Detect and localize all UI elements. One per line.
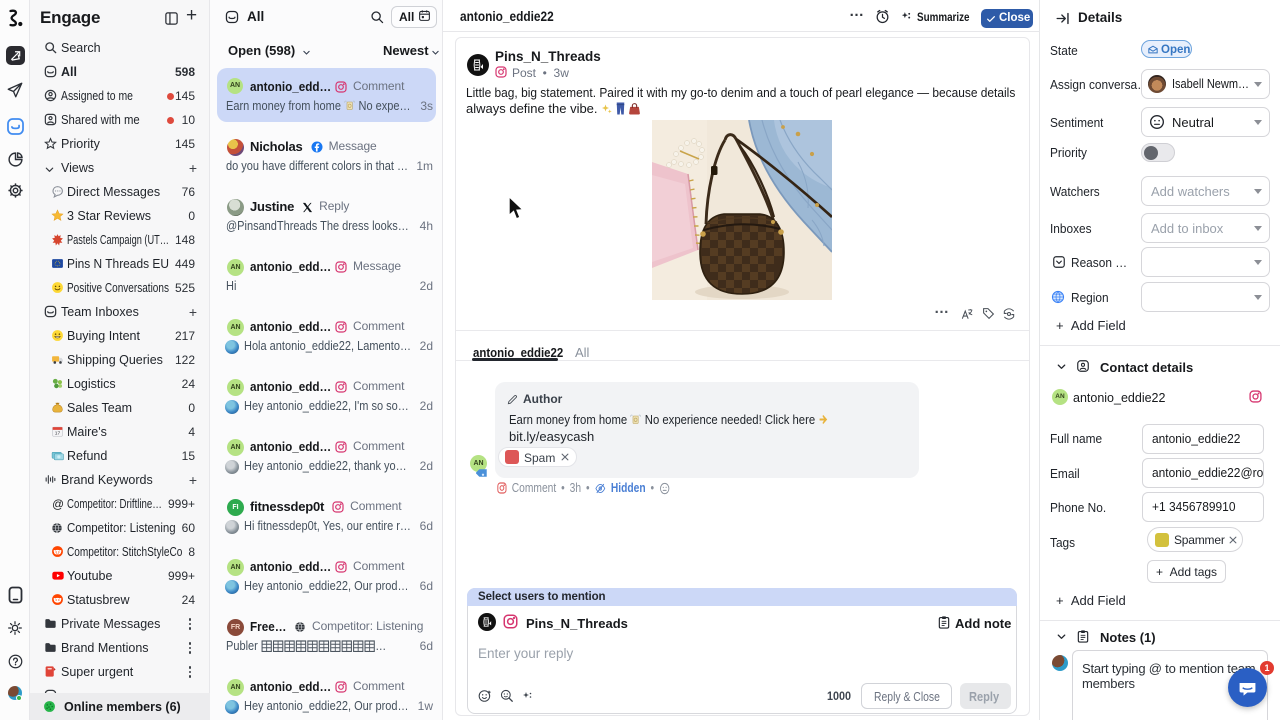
svg-text:17: 17 — [55, 430, 61, 436]
svg-text:@: @ — [52, 498, 64, 511]
